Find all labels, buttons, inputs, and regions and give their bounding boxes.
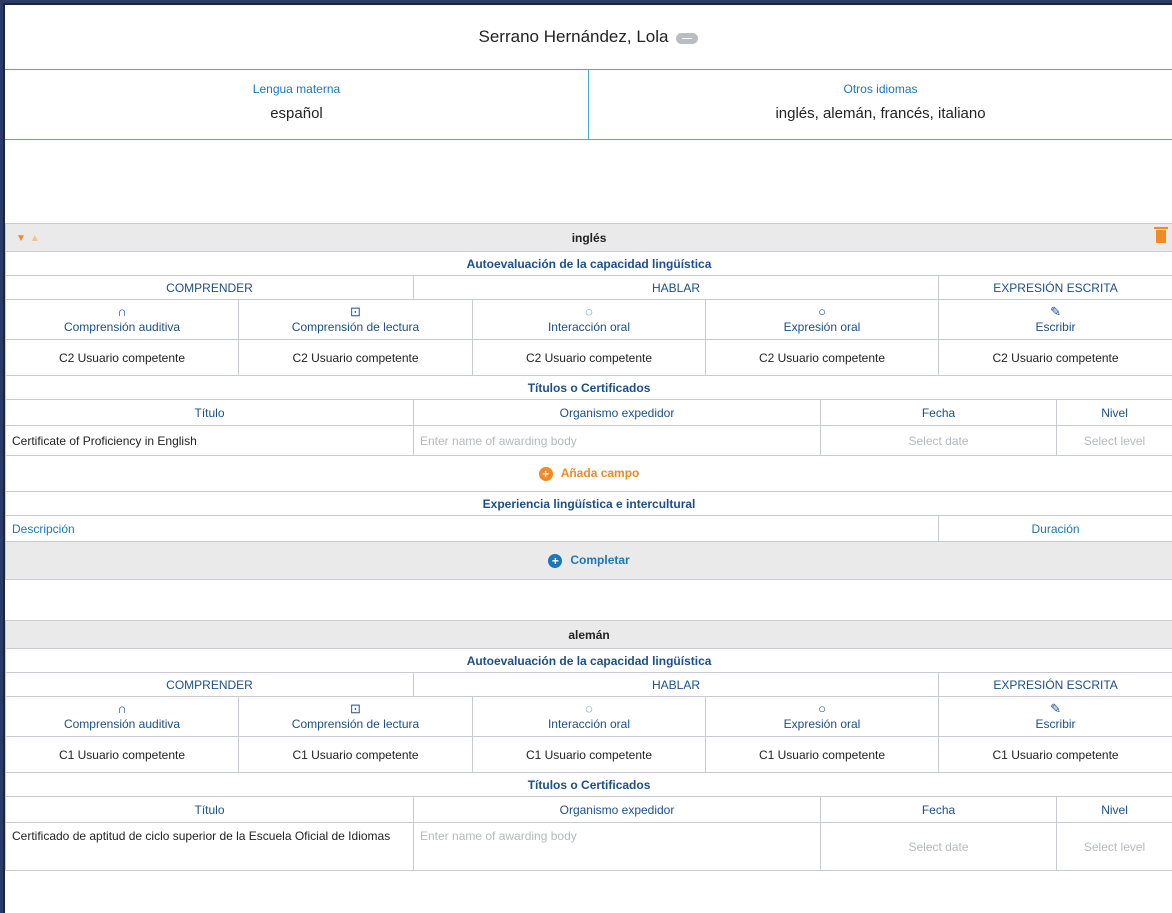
mother-tongue-cell[interactable]: Lengua materna español	[5, 70, 588, 139]
complete-button[interactable]: + Completar	[5, 541, 1172, 580]
column-awarding-body: Organismo expedidor	[413, 796, 821, 823]
chat-bubbles-icon: ◌	[585, 304, 593, 319]
category-speaking: HABLAR	[413, 672, 939, 697]
self-assessment-heading: Autoevaluación de la capacidad lingüísti…	[5, 251, 1172, 276]
certificate-title[interactable]: Certificate of Proficiency in English	[5, 425, 414, 456]
level-spoken-production[interactable]: C2 Usuario competente	[705, 339, 939, 376]
chat-bubbles-icon: ◌	[585, 701, 593, 716]
certificates-heading: Títulos o Certificados	[5, 375, 1172, 400]
add-field-label: Añada campo	[560, 466, 640, 481]
awarding-body-input[interactable]: Enter name of awarding body	[413, 822, 821, 871]
column-level: Nivel	[1055, 399, 1172, 426]
other-languages-cell[interactable]: Otros idiomas inglés, alemán, francés, i…	[588, 70, 1172, 139]
category-writing: EXPRESIÓN ESCRITA	[937, 672, 1172, 697]
level-spoken-production[interactable]: C1 Usuario competente	[705, 736, 939, 773]
category-speaking: HABLAR	[413, 275, 939, 300]
headphones-icon: ∩	[117, 304, 127, 319]
speech-bubble-icon: ○	[818, 701, 826, 716]
category-understanding: COMPRENDER	[5, 672, 414, 697]
complete-label: Completar	[570, 553, 630, 568]
column-duration: Duración	[937, 515, 1172, 542]
column-title: Título	[5, 796, 414, 823]
add-field-button[interactable]: + Añada campo	[5, 455, 1172, 492]
date-select[interactable]: Select date	[820, 425, 1057, 456]
level-select[interactable]: Select level	[1055, 425, 1172, 456]
certificates-heading: Títulos o Certificados	[5, 772, 1172, 797]
certificate-title[interactable]: Certificado de aptitud de ciclo superior…	[5, 822, 414, 871]
person-name: Serrano Hernández, Lola	[478, 27, 669, 46]
date-select[interactable]: Select date	[820, 822, 1057, 871]
column-level: Nivel	[1055, 796, 1172, 823]
language-section-aleman: alemán Autoevaluación de la capacidad li…	[5, 620, 1172, 871]
level-reading[interactable]: C1 Usuario competente	[238, 736, 473, 773]
skill-spoken-production: ○ Expresión oral	[705, 299, 939, 340]
headphones-icon: ∩	[117, 701, 127, 716]
awarding-body-input[interactable]: Enter name of awarding body	[413, 425, 821, 456]
column-date: Fecha	[820, 796, 1057, 823]
column-description: Descripción	[5, 515, 939, 542]
languages-summary: Lengua materna español Otros idiomas ing…	[5, 70, 1172, 140]
skill-spoken-production: ○ Expresión oral	[705, 696, 939, 737]
level-select[interactable]: Select level	[1055, 822, 1172, 871]
self-assessment-heading: Autoevaluación de la capacidad lingüísti…	[5, 648, 1172, 673]
move-down-icon[interactable]: ▼	[16, 233, 26, 244]
skill-writing: ✎ Escribir	[937, 696, 1172, 737]
skill-spoken-interaction: ◌ Interacción oral	[472, 299, 706, 340]
other-languages-value: inglés, alemán, francés, italiano	[775, 105, 986, 122]
category-understanding: COMPRENDER	[5, 275, 414, 300]
language-section-ingles: ▼ ▲ inglés Autoevaluación de la capacidad…	[5, 223, 1172, 580]
person-name-row: Serrano Hernández, Lola	[5, 5, 1172, 70]
language-name: alemán	[568, 627, 610, 642]
experience-heading: Experiencia lingüística e intercultural	[5, 491, 1172, 516]
plus-icon: +	[548, 553, 563, 568]
level-spoken-interaction[interactable]: C2 Usuario competente	[472, 339, 706, 376]
move-up-icon[interactable]: ▲	[30, 233, 40, 244]
column-title: Título	[5, 399, 414, 426]
column-date: Fecha	[820, 399, 1057, 426]
trash-icon[interactable]	[1154, 227, 1169, 243]
skill-writing: ✎ Escribir	[937, 299, 1172, 340]
language-header: alemán	[5, 620, 1172, 649]
level-reading[interactable]: C2 Usuario competente	[238, 339, 473, 376]
link-icon[interactable]	[676, 32, 699, 44]
plus-icon: +	[538, 466, 553, 481]
skill-reading: ⊡ Comprensión de lectura	[238, 696, 473, 737]
level-spoken-interaction[interactable]: C1 Usuario competente	[472, 736, 706, 773]
language-header: ▼ ▲ inglés	[5, 223, 1172, 252]
book-icon: ⊡	[350, 701, 361, 716]
book-icon: ⊡	[350, 304, 361, 319]
column-awarding-body: Organismo expedidor	[413, 399, 821, 426]
skill-spoken-interaction: ◌ Interacción oral	[472, 696, 706, 737]
mother-tongue-label: Lengua materna	[252, 82, 341, 96]
skill-listening: ∩ Comprensión auditiva	[5, 299, 239, 340]
speech-bubble-icon: ○	[818, 304, 826, 319]
level-listening[interactable]: C1 Usuario competente	[5, 736, 239, 773]
cv-language-editor: Serrano Hernández, Lola Lengua materna e…	[3, 3, 1172, 913]
skill-listening: ∩ Comprensión auditiva	[5, 696, 239, 737]
pencil-icon: ✎	[1050, 701, 1061, 716]
level-listening[interactable]: C2 Usuario competente	[5, 339, 239, 376]
other-languages-label: Otros idiomas	[843, 82, 918, 96]
level-writing[interactable]: C2 Usuario competente	[937, 339, 1172, 376]
skill-reading: ⊡ Comprensión de lectura	[238, 299, 473, 340]
language-name: inglés	[571, 230, 607, 245]
category-writing: EXPRESIÓN ESCRITA	[937, 275, 1172, 300]
level-writing[interactable]: C1 Usuario competente	[937, 736, 1172, 773]
mother-tongue-value: español	[270, 105, 323, 122]
pencil-icon: ✎	[1050, 304, 1061, 319]
